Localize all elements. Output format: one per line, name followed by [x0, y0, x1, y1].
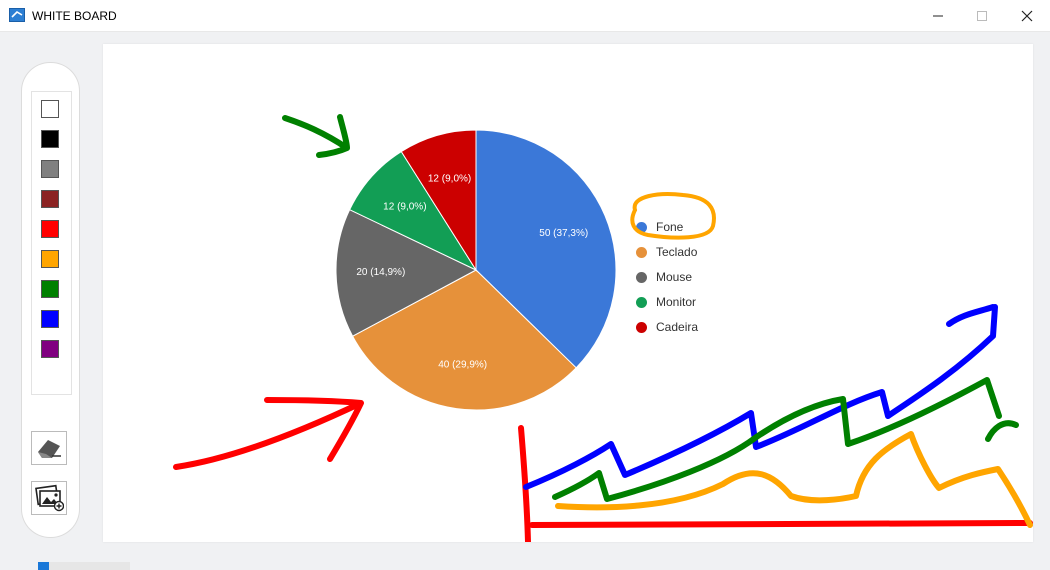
close-icon	[1021, 10, 1033, 21]
title-bar: WHITE BOARD	[0, 0, 1050, 32]
orange-line-stroke	[555, 431, 1033, 528]
insert-image-button[interactable]	[31, 481, 67, 515]
orange-circle-stroke	[630, 192, 716, 240]
image-add-icon	[35, 484, 64, 512]
drawing-layer	[173, 114, 1033, 542]
color-swatch-8[interactable]	[41, 340, 59, 358]
color-swatch-0[interactable]	[41, 100, 59, 118]
eraser-icon	[38, 440, 61, 458]
color-swatch-5[interactable]	[41, 250, 59, 268]
color-swatch-7[interactable]	[41, 310, 59, 328]
app-icon	[9, 8, 25, 22]
green-arrow-stroke	[282, 114, 350, 158]
maximize-icon	[977, 10, 987, 21]
close-button[interactable]	[1004, 0, 1050, 31]
eraser-button[interactable]	[31, 431, 67, 465]
color-swatch-2[interactable]	[41, 160, 59, 178]
tool-palette	[22, 63, 79, 537]
minimize-icon	[933, 15, 943, 16]
minimize-button[interactable]	[915, 0, 961, 31]
color-swatch-6[interactable]	[41, 280, 59, 298]
progress-fill	[38, 562, 50, 570]
whiteboard-canvas[interactable]: 50 (37,3%) 40 (29,9%) 20 (14,9%) 12 (9,0%) 1…	[103, 44, 1033, 542]
maximize-button[interactable]	[959, 0, 1005, 31]
color-swatch-1[interactable]	[41, 130, 59, 148]
progress-track	[38, 562, 130, 570]
color-swatch-4[interactable]	[41, 220, 59, 238]
color-swatch-3[interactable]	[41, 190, 59, 208]
red-axis-stroke	[518, 425, 1033, 542]
red-arrow-stroke	[173, 397, 364, 470]
color-swatch-panel	[31, 91, 72, 395]
window-title: WHITE BOARD	[32, 9, 117, 23]
